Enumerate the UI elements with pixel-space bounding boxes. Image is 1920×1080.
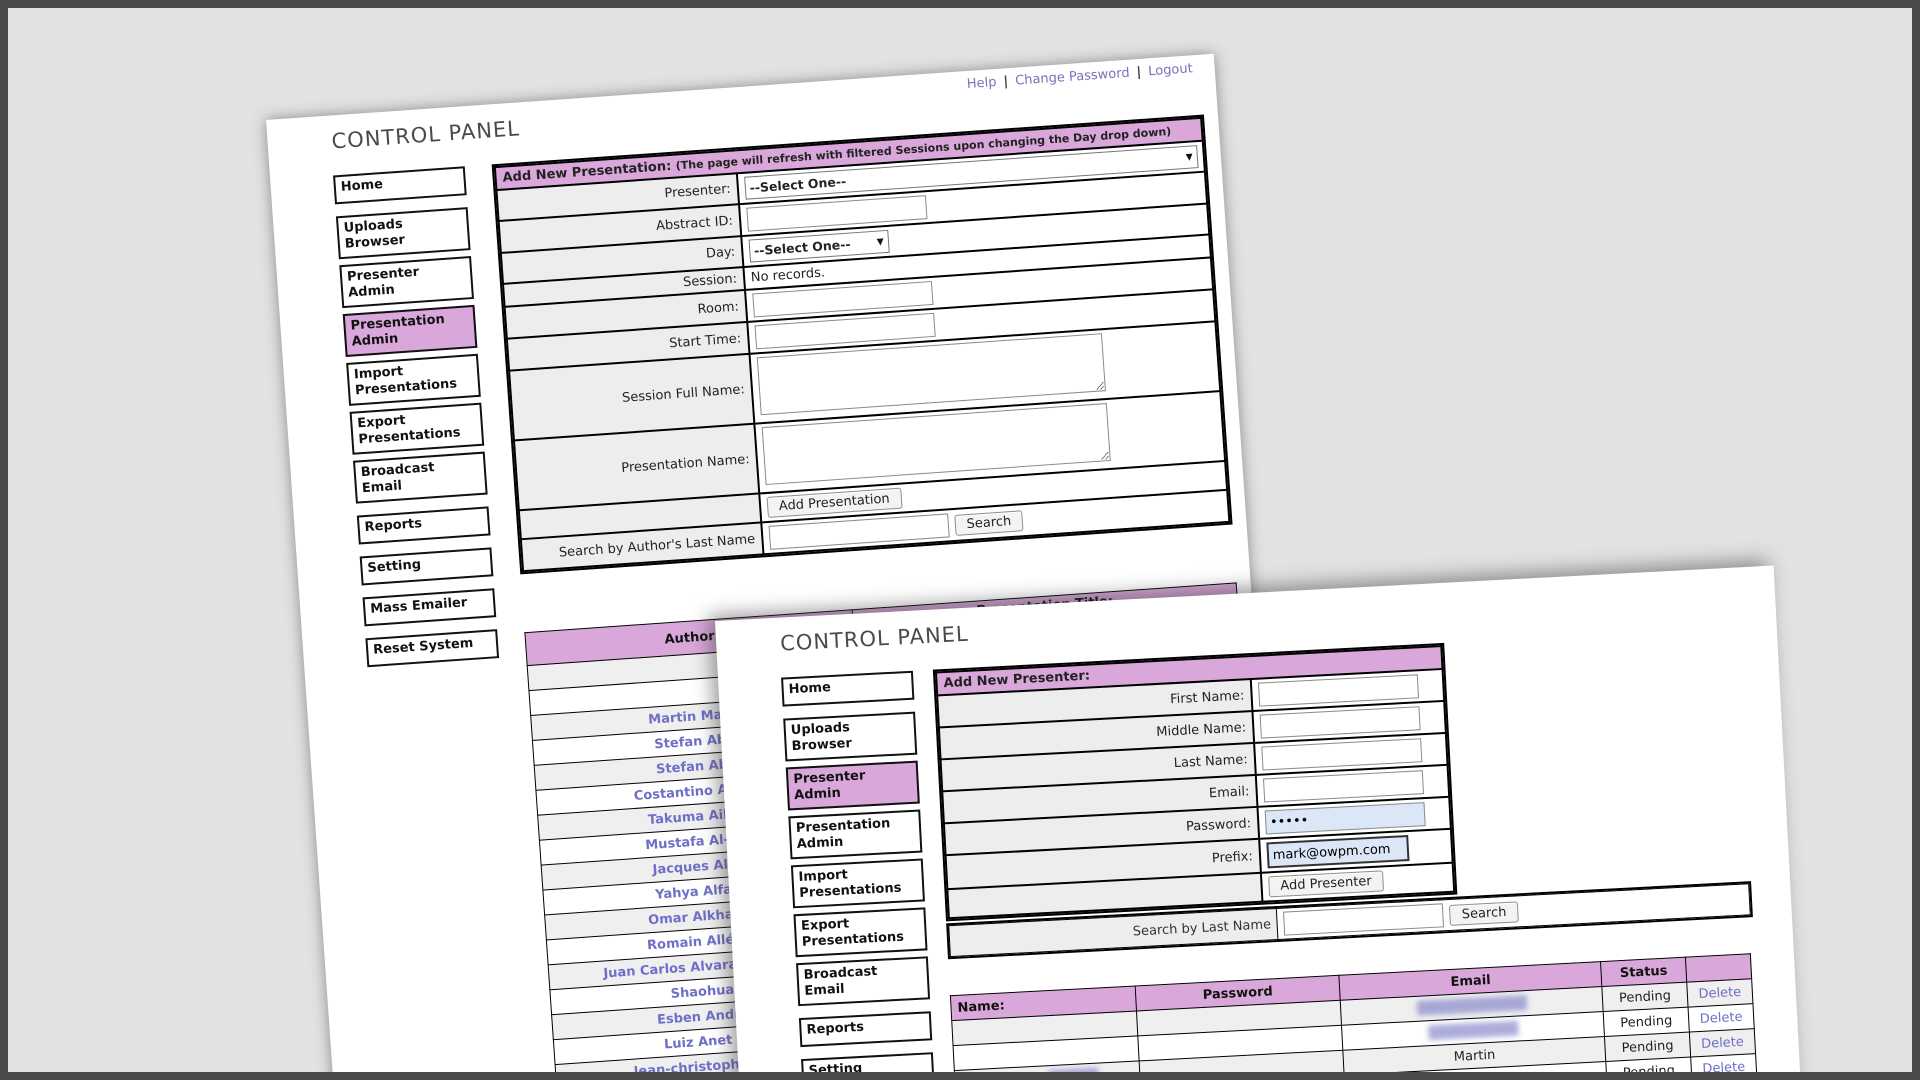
add-presenter-button[interactable]: Add Presenter xyxy=(1268,870,1384,897)
add-presentation-form: Add New Presentation: (The page will ref… xyxy=(492,115,1233,575)
delete-link[interactable]: Delete xyxy=(1696,1034,1749,1052)
sidebar-item-setting[interactable]: Setting xyxy=(801,1052,934,1080)
presenter-admin-page: CONTROL PANEL Home Uploads Browser Present… xyxy=(715,566,1815,1080)
delete-cell: Delete xyxy=(1689,1029,1755,1057)
sidebar-item-reports[interactable]: Reports xyxy=(357,506,491,544)
help-link[interactable]: Help xyxy=(966,75,997,92)
status-badge: Pending xyxy=(1606,1057,1692,1080)
sidebar-item-label: Presentation Admin xyxy=(796,816,891,852)
presenter-name-redacted: ▓▓▓▓▓ xyxy=(1048,1068,1099,1080)
password-input[interactable] xyxy=(1264,802,1425,834)
sidebar-item-label: Home xyxy=(340,177,383,195)
desktop-frame: Help | Change Password | Logout CONTROL PANE… xyxy=(0,0,1920,1080)
delete-link[interactable]: Delete xyxy=(1695,1009,1748,1027)
presenter-email-redacted: ▓▓▓▓▓▓▓▓▓▓▓ xyxy=(1417,996,1528,1017)
sidebar-item-reports[interactable]: Reports xyxy=(799,1011,932,1047)
link-separator: | xyxy=(1003,74,1009,89)
status-text: Pending xyxy=(1621,1038,1674,1056)
sidebar-item-presentation-admin[interactable]: Presentation Admin xyxy=(788,810,922,860)
sidebar-item-label: Uploads Browser xyxy=(343,217,405,252)
sidebar-item-label: Setting xyxy=(367,557,422,576)
status-text: Pending xyxy=(1620,1013,1673,1031)
delete-link[interactable]: Delete xyxy=(1697,1059,1750,1077)
sidebar-item-label: Export Presentations xyxy=(357,413,461,448)
sidebar-item-home[interactable]: Home xyxy=(781,671,914,707)
email-input[interactable] xyxy=(1263,770,1424,802)
add-presenter-form: Add New Presenter: First Name: Middle Na… xyxy=(933,643,1457,921)
sidebar-item-label: Broadcast Email xyxy=(360,460,435,496)
presenter-email-value: Martin xyxy=(1453,1047,1495,1064)
sidebar-item-uploads-browser[interactable]: Uploads Browser xyxy=(783,712,917,762)
presenter-select-value: --Select One-- xyxy=(749,174,847,196)
sidebar-item-label: Uploads Browser xyxy=(790,720,852,754)
sidebar: Home Uploads Browser Presenter Admin Presen… xyxy=(781,671,937,1080)
sidebar-item-label: Import Presentations xyxy=(798,867,902,901)
sidebar-item-broadcast-email[interactable]: Broadcast Email xyxy=(353,452,488,504)
presenter-name-link[interactable]: Martin xyxy=(996,1071,1045,1080)
delete-cell: Delete xyxy=(1688,1004,1754,1032)
presenter-search-button[interactable]: Search xyxy=(1449,901,1519,926)
sidebar: Home Uploads Browser Presenter Admin Presen… xyxy=(333,166,499,673)
chevron-down-icon: ▼ xyxy=(876,237,884,247)
sidebar-item-import-presentations[interactable]: Import Presentations xyxy=(791,858,925,908)
middle-name-input[interactable] xyxy=(1259,706,1420,738)
prefix-input[interactable] xyxy=(1266,835,1409,868)
action-column-header xyxy=(1685,954,1751,982)
logout-link[interactable]: Logout xyxy=(1148,61,1193,79)
sidebar-item-mass-emailer[interactable]: Mass Emailer xyxy=(363,588,497,626)
sidebar-item-reset-system[interactable]: Reset System xyxy=(365,629,499,667)
sidebar-item-label: Export Presentations xyxy=(801,916,905,950)
sidebar-item-export-presentations[interactable]: Export Presentations xyxy=(350,403,485,455)
presenters-table: Name: Password Email Status ▓▓▓▓▓▓▓▓▓▓▓P… xyxy=(950,953,1759,1080)
sidebar-item-label: Reports xyxy=(806,1020,864,1038)
main-area: Add New Presenter: First Name: Middle Na… xyxy=(933,643,1457,921)
sidebar-item-export-presentations[interactable]: Export Presentations xyxy=(793,907,927,957)
sidebar-item-home[interactable]: Home xyxy=(333,166,467,204)
presenter-email-redacted: ▓▓▓▓▓▓▓▓▓ xyxy=(1428,1021,1519,1041)
day-select-value: --Select One-- xyxy=(754,237,852,259)
sidebar-item-presenter-admin[interactable]: Presenter Admin xyxy=(786,761,920,811)
sidebar-item-label: Mass Emailer xyxy=(370,595,468,617)
sidebar-item-broadcast-email[interactable]: Broadcast Email xyxy=(796,956,930,1006)
link-separator: | xyxy=(1136,65,1142,80)
author-search-button[interactable]: Search xyxy=(954,510,1024,536)
delete-cell: Delete xyxy=(1691,1054,1757,1080)
header-links: Help | Change Password | Logout xyxy=(966,61,1193,92)
page-title: CONTROL PANEL xyxy=(780,622,970,656)
presenter-password-cell xyxy=(1140,1075,1346,1080)
status-text: Pending xyxy=(1619,988,1672,1006)
first-name-input[interactable] xyxy=(1258,674,1419,706)
sidebar-item-uploads-browser[interactable]: Uploads Browser xyxy=(336,207,471,259)
sidebar-item-label: Reset System xyxy=(373,636,474,658)
presenter-search-input[interactable] xyxy=(1283,903,1444,935)
sidebar-item-presenter-admin[interactable]: Presenter Admin xyxy=(339,256,474,308)
chevron-down-icon: ▼ xyxy=(1186,152,1194,162)
delete-cell: Delete xyxy=(1687,979,1753,1007)
sidebar-item-setting[interactable]: Setting xyxy=(360,547,494,585)
sidebar-item-label: Setting xyxy=(808,1061,862,1079)
sidebar-item-label: Presenter Admin xyxy=(793,768,866,803)
sidebar-item-presentation-admin[interactable]: Presentation Admin xyxy=(343,305,478,357)
sidebar-item-label: Presentation Admin xyxy=(350,312,445,350)
sidebar-item-label: Import Presentations xyxy=(353,364,457,399)
delete-link[interactable]: Delete xyxy=(1693,984,1746,1002)
sidebar-item-label: Home xyxy=(788,680,831,697)
sidebar-item-label: Broadcast Email xyxy=(803,964,877,999)
page-title: CONTROL PANEL xyxy=(331,116,521,153)
change-password-link[interactable]: Change Password xyxy=(1015,66,1130,89)
presenters-table-wrap: Name: Password Email Status ▓▓▓▓▓▓▓▓▓▓▓P… xyxy=(950,953,1759,1080)
sidebar-item-label: Presenter Admin xyxy=(347,265,420,301)
presenter-email-value: Khouloud xyxy=(1445,1072,1507,1080)
status-text: Pending xyxy=(1623,1063,1676,1080)
sidebar-item-label: Reports xyxy=(364,516,422,535)
sidebar-item-import-presentations[interactable]: Import Presentations xyxy=(346,354,481,406)
last-name-input[interactable] xyxy=(1261,738,1422,770)
